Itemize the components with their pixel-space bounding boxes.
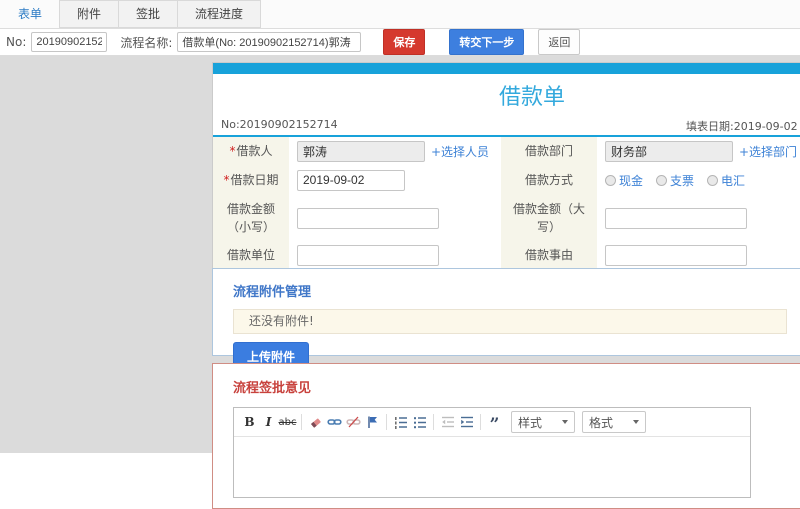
chevron-down-icon (633, 420, 639, 424)
anchor-flag-button[interactable] (363, 412, 382, 433)
amount-lowercase-input[interactable] (297, 207, 439, 229)
borrower-input[interactable] (297, 140, 425, 162)
unlink-button[interactable] (344, 412, 363, 433)
process-name-label: 流程名称: (120, 35, 173, 50)
back-button[interactable]: 返回 (538, 29, 581, 55)
borrow-date-input[interactable] (297, 169, 405, 191)
format-dropdown[interactable]: 格式 (582, 411, 646, 433)
link-button[interactable] (325, 412, 344, 433)
borrow-method-label: 借款方式 (501, 165, 597, 195)
tab-approval[interactable]: 签批 (118, 0, 179, 28)
loan-form-panel: 借款单 No:20190902152714 填表日期:2019-09-02 15… (212, 62, 800, 273)
toolbar-separator (386, 414, 387, 430)
chevron-down-icon (562, 420, 568, 424)
select-department-link[interactable]: +选择部门 (739, 143, 797, 160)
forward-next-step-button[interactable]: 转交下一步 (449, 29, 525, 55)
department-input[interactable] (605, 140, 733, 162)
amount-uppercase-input[interactable] (605, 207, 747, 229)
bullet-list-icon (413, 417, 426, 429)
styles-dropdown-label: 样式 (518, 415, 543, 430)
indent-icon (460, 416, 473, 428)
toolbar-separator (433, 414, 434, 430)
unlink-icon (346, 416, 361, 428)
process-name-input[interactable] (177, 32, 362, 52)
required-asterisk: * (229, 144, 236, 158)
toolbar-separator (301, 414, 302, 430)
tab-form[interactable]: 表单 (0, 0, 61, 28)
department-label: 借款部门 (501, 137, 597, 165)
borrow-unit-input[interactable] (297, 244, 439, 266)
borrow-unit-label: 借款单位 (213, 241, 289, 269)
approval-heading: 流程签批意见 (233, 381, 312, 396)
remove-format-button[interactable] (306, 412, 325, 433)
radio-circle-icon (656, 174, 668, 186)
approval-comments-panel: 流程签批意见 B I abc ” 样式 格式 (212, 363, 800, 509)
no-attachments-message: 还没有附件! (233, 309, 787, 334)
form-meta-row: No:20190902152714 填表日期:2019-09-02 15:27:… (221, 116, 800, 133)
form-no-text: No:20190902152714 (221, 118, 338, 131)
borrow-reason-input[interactable] (605, 244, 747, 266)
strikethrough-button[interactable]: abc (278, 412, 297, 433)
select-person-link[interactable]: +选择人员 (431, 143, 489, 160)
ordered-list-button[interactable] (391, 412, 410, 433)
format-dropdown-label: 格式 (589, 415, 614, 430)
borrow-date-label: *借款日期 (213, 165, 289, 195)
link-icon (327, 419, 342, 425)
flag-icon (368, 416, 377, 428)
increase-indent-button[interactable] (457, 412, 476, 433)
styles-dropdown[interactable]: 样式 (511, 411, 575, 433)
attachments-heading: 流程附件管理 (233, 285, 312, 300)
radio-circle-icon (707, 174, 719, 186)
borrower-label: *借款人 (213, 137, 289, 165)
decrease-indent-button[interactable] (438, 412, 457, 433)
save-button[interactable]: 保存 (383, 29, 426, 55)
form-fill-date-text: 填表日期:2019-09-02 15:27:14 (686, 120, 800, 133)
form-top-accent-bar (213, 63, 800, 74)
borrow-reason-label: 借款事由 (501, 241, 597, 269)
required-asterisk: * (223, 173, 230, 187)
no-input[interactable] (31, 32, 108, 52)
editor-toolbar: B I abc ” 样式 格式 (234, 408, 750, 437)
eraser-icon (310, 418, 321, 428)
borrow-method-options: 现金 支票 电汇 (597, 165, 800, 195)
radio-circle-icon (605, 174, 616, 186)
workspace: 借款单 No:20190902152714 填表日期:2019-09-02 15… (0, 56, 800, 509)
numbered-list-icon (394, 417, 407, 429)
radio-wire-transfer[interactable]: 电汇 (707, 172, 745, 189)
form-grid: *借款人 +选择人员 借款部门 +选择部门 *借款日期 借款方式 现金 (213, 137, 800, 269)
bold-button[interactable]: B (240, 412, 259, 433)
radio-cash[interactable]: 现金 (605, 172, 643, 189)
command-bar: No: 流程名称: 保存 转交下一步 返回 (0, 29, 800, 56)
italic-button[interactable]: I (259, 412, 278, 433)
tab-attachments[interactable]: 附件 (59, 0, 120, 28)
bulleted-list-button[interactable] (410, 412, 429, 433)
amount-uppercase-label: 借款金额（大写） (501, 195, 597, 241)
toolbar-separator (480, 414, 481, 430)
tab-progress[interactable]: 流程进度 (177, 0, 262, 28)
blockquote-button[interactable]: ” (485, 412, 504, 435)
radio-cheque[interactable]: 支票 (656, 172, 694, 189)
editor-content-area[interactable] (234, 437, 750, 497)
no-label: No: (6, 35, 27, 49)
attachments-panel: 流程附件管理 还没有附件! 上传附件 (212, 268, 800, 371)
outdent-icon (441, 416, 454, 428)
amount-lowercase-label: 借款金额（小写） (213, 195, 289, 241)
form-title: 借款单 (498, 85, 565, 110)
tab-bar: 表单 附件 签批 流程进度 (0, 0, 800, 29)
